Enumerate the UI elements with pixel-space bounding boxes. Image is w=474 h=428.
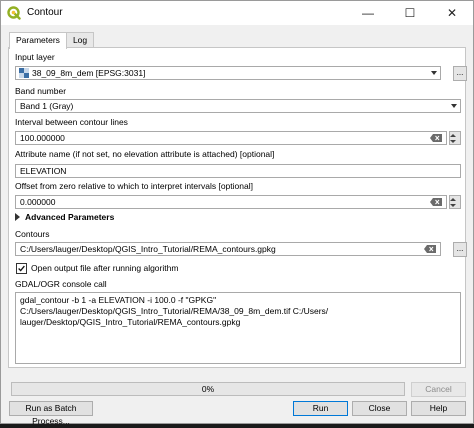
chevron-down-icon	[431, 71, 437, 75]
window-title: Contour	[27, 7, 63, 18]
input-layer-combo[interactable]: 38_09_8m_dem [EPSG:3031]	[15, 66, 441, 80]
expand-arrow-icon	[15, 213, 20, 221]
input-layer-browse-button[interactable]: ...	[453, 66, 467, 81]
qgis-icon	[7, 6, 21, 20]
clear-icon[interactable]	[430, 134, 442, 142]
input-layer-value: 38_09_8m_dem [EPSG:3031]	[32, 68, 146, 78]
contours-label: Contours	[15, 229, 50, 239]
contour-dialog: Contour — ☐ ✕ Parameters Log Input layer…	[0, 0, 474, 426]
progress-bar: 0%	[11, 382, 405, 396]
advanced-parameters-label: Advanced Parameters	[25, 212, 115, 222]
spinner-arrows-icon	[449, 132, 457, 144]
band-number-value: Band 1 (Gray)	[20, 101, 74, 111]
minimize-button[interactable]: —	[347, 1, 389, 25]
contours-browse-button[interactable]: ...	[453, 242, 467, 257]
offset-value: 0.000000	[20, 197, 56, 207]
tab-log[interactable]: Log	[65, 32, 95, 48]
offset-label: Offset from zero relative to which to in…	[15, 181, 253, 191]
band-number-combo[interactable]: Band 1 (Gray)	[15, 99, 461, 113]
maximize-button[interactable]: ☐	[389, 1, 431, 25]
spinner-arrows-icon	[449, 196, 457, 208]
close-button[interactable]: Close	[352, 401, 407, 416]
cancel-button[interactable]: Cancel	[411, 382, 466, 397]
run-as-batch-button[interactable]: Run as Batch Process...	[9, 401, 93, 426]
attribute-name-input[interactable]: ELEVATION	[15, 164, 461, 178]
interval-label: Interval between contour lines	[15, 117, 128, 127]
contours-output-value: C:/Users/lauger/Desktop/QGIS_Intro_Tutor…	[20, 244, 276, 254]
open-output-label: Open output file after running algorithm	[31, 263, 179, 273]
progress-text: 0%	[201, 384, 215, 394]
attribute-name-label: Attribute name (if not set, no elevation…	[15, 149, 275, 159]
clear-icon[interactable]	[424, 245, 436, 253]
raster-layer-icon	[19, 68, 29, 78]
attribute-name-value: ELEVATION	[20, 166, 67, 176]
interval-spinner[interactable]	[449, 131, 461, 145]
help-button[interactable]: Help	[411, 401, 466, 416]
run-button[interactable]: Run	[293, 401, 348, 416]
input-layer-label: Input layer	[15, 52, 55, 62]
band-number-label: Band number	[15, 86, 67, 96]
chevron-down-icon	[451, 104, 457, 108]
console-call-text[interactable]: gdal_contour -b 1 -a ELEVATION -i 100.0 …	[15, 292, 461, 364]
offset-input[interactable]: 0.000000	[15, 195, 447, 209]
open-output-checkbox[interactable]	[16, 263, 27, 274]
console-call-label: GDAL/OGR console call	[15, 279, 107, 289]
interval-input[interactable]: 100.000000	[15, 131, 447, 145]
tab-bar: Parameters Log	[9, 32, 95, 49]
contours-output-input[interactable]: C:/Users/lauger/Desktop/QGIS_Intro_Tutor…	[15, 242, 441, 256]
clear-icon[interactable]	[430, 198, 442, 206]
interval-value: 100.000000	[20, 133, 65, 143]
title-bar: Contour — ☐ ✕	[1, 1, 473, 25]
close-window-button[interactable]: ✕	[431, 1, 473, 25]
offset-spinner[interactable]	[449, 195, 461, 209]
tab-parameters[interactable]: Parameters	[9, 32, 67, 49]
parameters-panel: Input layer 38_09_8m_dem [EPSG:3031] ...…	[8, 47, 467, 368]
advanced-parameters-toggle[interactable]: Advanced Parameters	[15, 212, 114, 222]
checkmark-icon	[18, 265, 25, 272]
